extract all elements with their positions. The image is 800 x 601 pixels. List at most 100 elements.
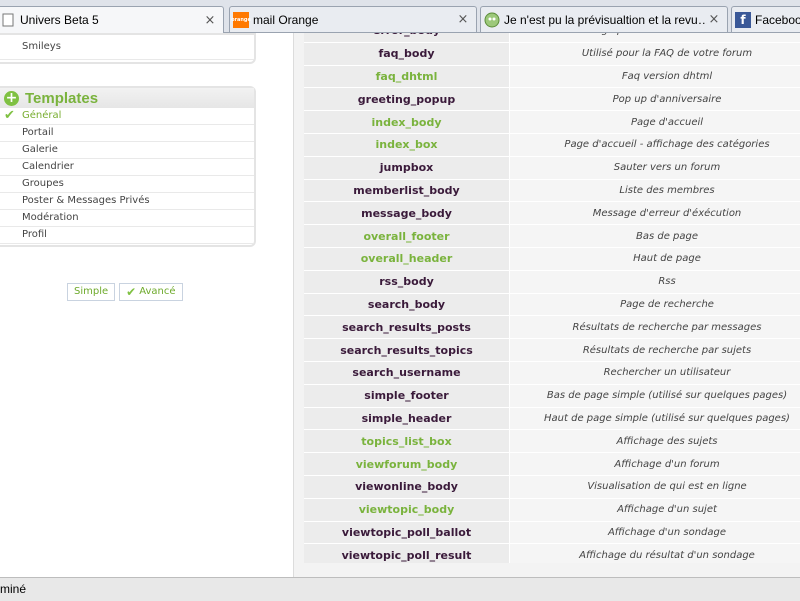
template-name-link[interactable]: search_body (304, 293, 510, 316)
template-name-link[interactable]: viewforum_body (304, 453, 510, 476)
sidebar-item-7[interactable]: Profil (0, 227, 254, 244)
close-icon[interactable]: × (707, 12, 721, 27)
facebook-icon: f (735, 12, 751, 28)
table-row: search_usernameRechercher un utilisateur (304, 361, 800, 384)
templates-header[interactable]: + Templates (0, 88, 254, 108)
status-text: miné (0, 582, 26, 596)
tab-title: mail Orange (253, 13, 456, 27)
sidebar-panel-templates: + Templates ✔Général Portail Galerie Calend… (0, 86, 256, 247)
templates-table-wrap: error_bodyPage pour les erreurs de début… (304, 33, 800, 563)
tab-mail-orange[interactable]: orange mail Orange × (229, 6, 477, 32)
template-description: Bas de page simple (utilisé sur quelques… (510, 384, 800, 407)
template-name-link[interactable]: topics_list_box (304, 430, 510, 453)
table-row: search_bodyPage de recherche (304, 293, 800, 316)
template-name-link[interactable]: rss_body (304, 270, 510, 293)
sidebar-item-label: Calendrier (22, 161, 74, 172)
template-name-link[interactable]: search_results_posts (304, 316, 510, 339)
template-name-link[interactable]: error_body (304, 33, 510, 42)
simple-button[interactable]: Simple (67, 283, 115, 301)
template-name-link[interactable]: jumpbox (304, 156, 510, 179)
table-row: topics_list_boxAffichage des sujets (304, 430, 800, 453)
forum-icon (484, 12, 500, 28)
advanced-button[interactable]: ✔ Avancé (119, 283, 182, 301)
table-row: viewforum_bodyAffichage d'un forum (304, 453, 800, 476)
template-description: Affichage du résultat d'un sondage (510, 544, 800, 563)
sidebar-item-smileys[interactable]: Smileys (0, 35, 254, 60)
template-description: Rechercher un utilisateur (510, 361, 800, 384)
template-name-link[interactable]: overall_footer (304, 225, 510, 248)
table-row: simple_headerHaut de page simple (utilis… (304, 407, 800, 430)
template-name-link[interactable]: message_body (304, 202, 510, 225)
table-row: viewtopic_poll_ballotAffichage d'un sond… (304, 521, 800, 544)
template-description: Sauter vers un forum (510, 156, 800, 179)
template-name-link[interactable]: simple_footer (304, 384, 510, 407)
table-row: simple_footerBas de page simple (utilisé… (304, 384, 800, 407)
sidebar-item-label: Général (22, 110, 61, 121)
status-bar: miné (0, 577, 800, 601)
template-description: Affichage d'un forum (510, 453, 800, 476)
template-description: Rss (510, 270, 800, 293)
table-row: memberlist_bodyListe des membres (304, 179, 800, 202)
template-name-link[interactable]: faq_dhtml (304, 65, 510, 88)
template-description: Liste des membres (510, 179, 800, 202)
orange-logo-icon: orange (233, 12, 249, 28)
template-name-link[interactable]: search_username (304, 361, 510, 384)
sidebar-item-3[interactable]: Calendrier (0, 159, 254, 176)
template-description: Page pour les erreurs de début (510, 33, 800, 42)
template-description: Haut de page simple (utilisé sur quelque… (510, 407, 800, 430)
table-row: viewtopic_bodyAffichage d'un sujet (304, 498, 800, 521)
template-name-link[interactable]: memberlist_body (304, 179, 510, 202)
sidebar-item-1[interactable]: Portail (0, 125, 254, 142)
table-row: overall_headerHaut de page (304, 247, 800, 270)
table-row: viewonline_bodyVisualisation de qui est … (304, 475, 800, 498)
template-name-link[interactable]: viewtopic_body (304, 498, 510, 521)
template-name-link[interactable]: search_results_topics (304, 339, 510, 362)
templates-title: Templates (25, 90, 98, 107)
template-name-link[interactable]: simple_header (304, 407, 510, 430)
close-icon[interactable]: × (203, 13, 217, 28)
sidebar-item-0[interactable]: ✔Général (0, 108, 254, 125)
table-row: index_boxPage d'accueil - affichage des … (304, 133, 800, 156)
page-icon (0, 12, 16, 28)
template-description: Utilisé pour la FAQ de votre forum (510, 42, 800, 65)
sidebar-item-label: Profil (22, 229, 47, 240)
template-description: Résultats de recherche par messages (510, 316, 800, 339)
template-description: Affichage des sujets (510, 430, 800, 453)
table-row: faq_bodyUtilisé pour la FAQ de votre for… (304, 42, 800, 65)
sidebar-item-2[interactable]: Galerie (0, 142, 254, 159)
sidebar-item-4[interactable]: Groupes (0, 176, 254, 193)
template-description: Faq version dhtml (510, 65, 800, 88)
tab-facebook[interactable]: f Faceboo (731, 6, 800, 32)
sidebar-item-label: Portail (22, 127, 54, 138)
tab-forum-thread[interactable]: Je n'est pu la prévisualtion et la revu…… (480, 6, 728, 32)
close-icon[interactable]: × (456, 12, 470, 27)
sidebar-item-label: Poster & Messages Privés (22, 195, 150, 206)
template-name-link[interactable]: faq_body (304, 42, 510, 65)
template-name-link[interactable]: index_box (304, 133, 510, 156)
template-description: Page de recherche (510, 293, 800, 316)
sidebar-item-6[interactable]: Modération (0, 210, 254, 227)
mode-buttons: Simple ✔ Avancé (67, 283, 183, 301)
template-name-link[interactable]: viewtopic_poll_result (304, 544, 510, 563)
table-row: jumpboxSauter vers un forum (304, 156, 800, 179)
template-name-link[interactable]: viewtopic_poll_ballot (304, 521, 510, 544)
sidebar-item-label: Groupes (22, 178, 64, 189)
template-description: Haut de page (510, 247, 800, 270)
template-description: Visualisation de qui est en ligne (510, 475, 800, 498)
table-row: overall_footerBas de page (304, 225, 800, 248)
sidebar-item-5[interactable]: Poster & Messages Privés (0, 193, 254, 210)
template-description: Affichage d'un sondage (510, 521, 800, 544)
sidebar-item-label: Galerie (22, 144, 58, 155)
tab-univers-beta[interactable]: Univers Beta 5 × (0, 6, 224, 33)
table-row: message_bodyMessage d'erreur d'éxécution (304, 202, 800, 225)
template-description: Message d'erreur d'éxécution (510, 202, 800, 225)
template-name-link[interactable]: overall_header (304, 247, 510, 270)
tab-title: Je n'est pu la prévisualtion et la revu… (504, 13, 707, 27)
table-row: rss_bodyRss (304, 270, 800, 293)
table-row: viewtopic_poll_resultAffichage du résult… (304, 544, 800, 563)
template-name-link[interactable]: viewonline_body (304, 475, 510, 498)
sidebar-panel-top: Smileys (0, 33, 256, 64)
plus-icon: + (4, 91, 19, 106)
template-name-link[interactable]: greeting_popup (304, 88, 510, 111)
template-name-link[interactable]: index_body (304, 111, 510, 134)
